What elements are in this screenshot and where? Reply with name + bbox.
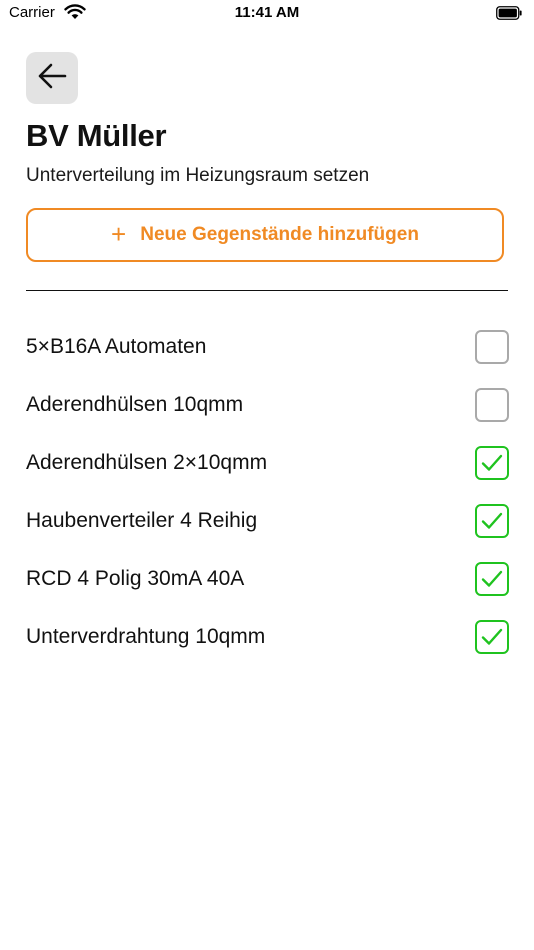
add-items-label: Neue Gegenstände hinzufügen bbox=[140, 224, 419, 245]
item-checkbox[interactable] bbox=[475, 388, 509, 422]
item-label: Aderendhülsen 10qmm bbox=[26, 393, 244, 416]
list-item: Haubenverteiler 4 Reihig bbox=[26, 492, 510, 550]
plus-icon: + bbox=[111, 218, 127, 249]
back-button[interactable] bbox=[26, 52, 78, 104]
item-label: Unterverdrahtung 10qmm bbox=[26, 625, 266, 648]
checkmark-icon bbox=[481, 512, 503, 529]
list-item: RCD 4 Polig 30mA 40A bbox=[26, 550, 510, 608]
item-checkbox[interactable] bbox=[475, 562, 509, 596]
checkmark-icon bbox=[481, 570, 503, 587]
item-checkbox[interactable] bbox=[475, 330, 509, 364]
list-item: Aderendhülsen 2×10qmm bbox=[26, 434, 510, 492]
item-label: Haubenverteiler 4 Reihig bbox=[26, 509, 258, 532]
item-checkbox[interactable] bbox=[475, 446, 509, 480]
list-item: Unterverdrahtung 10qmm bbox=[26, 608, 510, 666]
status-bar: Carrier 11:41 AM bbox=[0, 0, 534, 30]
page-subtitle: Unterverteilung im Heizungsraum setzen bbox=[26, 165, 370, 186]
item-checkbox[interactable] bbox=[475, 504, 509, 538]
divider bbox=[26, 290, 508, 291]
checkmark-icon bbox=[481, 454, 503, 471]
battery-icon bbox=[496, 6, 522, 20]
add-items-button[interactable]: + Neue Gegenstände hinzufügen bbox=[26, 208, 504, 262]
list-item: 5×B16A Automaten bbox=[26, 318, 510, 376]
page-title: BV Müller bbox=[26, 118, 167, 153]
arrow-left-icon bbox=[36, 62, 68, 95]
list-item: Aderendhülsen 10qmm bbox=[26, 376, 510, 434]
item-label: RCD 4 Polig 30mA 40A bbox=[26, 567, 245, 590]
checkmark-icon bbox=[481, 628, 503, 645]
item-label: Aderendhülsen 2×10qmm bbox=[26, 451, 268, 474]
item-checkbox[interactable] bbox=[475, 620, 509, 654]
clock: 11:41 AM bbox=[234, 4, 300, 21]
item-list: 5×B16A Automaten Aderendhülsen 10qmm Ade… bbox=[26, 318, 510, 666]
item-label: 5×B16A Automaten bbox=[26, 335, 207, 358]
